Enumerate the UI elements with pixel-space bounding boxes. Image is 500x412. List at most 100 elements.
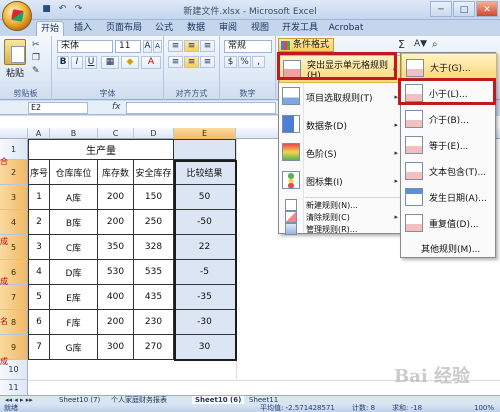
- align-top-icon[interactable]: ≡: [168, 40, 183, 52]
- table-cell[interactable]: 328: [134, 235, 174, 260]
- submenu-item-equal-to[interactable]: 等于(E)...: [401, 131, 497, 159]
- menu-item-clear-rules[interactable]: 清除规则(C) ▸: [279, 211, 402, 223]
- minimize-button[interactable]: ─: [430, 1, 452, 17]
- header-cell-index[interactable]: 序号: [28, 160, 50, 185]
- table-cell[interactable]: 230: [134, 310, 174, 335]
- column-header-b[interactable]: B: [50, 128, 98, 139]
- table-cell[interactable]: 2: [28, 210, 50, 235]
- percent-button[interactable]: %: [238, 56, 251, 68]
- table-cell[interactable]: F库: [50, 310, 98, 335]
- submenu-item-more-rules[interactable]: 其他规则(M)...: [401, 243, 497, 257]
- currency-icon[interactable]: $: [224, 56, 237, 68]
- column-header-a[interactable]: A: [28, 128, 50, 139]
- cell-e1[interactable]: [174, 139, 236, 160]
- submenu-item-between[interactable]: 介于(B)...: [401, 105, 497, 133]
- tab-view[interactable]: 视图: [248, 21, 272, 36]
- font-name-select[interactable]: 宋体: [57, 40, 113, 53]
- tab-acrobat[interactable]: Acrobat: [328, 21, 364, 36]
- select-all-corner[interactable]: [0, 128, 28, 139]
- table-cell[interactable]: 6: [28, 310, 50, 335]
- align-left-icon[interactable]: ≡: [168, 56, 183, 68]
- menu-item-manage-rules[interactable]: 管理规则(R)...: [279, 223, 402, 235]
- table-cell[interactable]: 350: [98, 235, 134, 260]
- comma-icon[interactable]: ,: [252, 56, 265, 68]
- font-color-icon[interactable]: A: [141, 56, 161, 69]
- table-cell[interactable]: D库: [50, 260, 98, 285]
- find-icon[interactable]: ⌕: [432, 39, 438, 50]
- table-cell[interactable]: 150: [134, 185, 174, 210]
- align-center-icon[interactable]: ≡: [184, 56, 199, 68]
- menu-item-new-rule[interactable]: 新建规则(N)...: [279, 199, 402, 211]
- fx-icon[interactable]: fx: [112, 102, 121, 112]
- column-header-d[interactable]: D: [134, 128, 174, 139]
- table-cell[interactable]: 4: [28, 260, 50, 285]
- header-cell-location[interactable]: 仓库库位: [50, 160, 98, 185]
- align-bottom-icon[interactable]: ≡: [200, 40, 215, 52]
- table-cell[interactable]: E库: [50, 285, 98, 310]
- tab-formulas[interactable]: 公式: [152, 21, 176, 36]
- zoom-level[interactable]: 100%: [474, 404, 494, 412]
- table-cell[interactable]: 535: [134, 260, 174, 285]
- tab-insert[interactable]: 插入: [70, 21, 96, 36]
- menu-item-data-bars[interactable]: 数据条(D) ▸: [279, 111, 402, 139]
- bold-button[interactable]: B: [57, 56, 69, 69]
- conditional-format-button[interactable]: 条件格式: [278, 38, 334, 52]
- table-cell[interactable]: 200: [98, 310, 134, 335]
- align-right-icon[interactable]: ≡: [200, 56, 215, 68]
- formula-input[interactable]: [126, 102, 276, 114]
- header-cell-stock[interactable]: 库存数: [98, 160, 134, 185]
- table-cell[interactable]: 5: [28, 285, 50, 310]
- row-header-4[interactable]: 4: [0, 210, 28, 235]
- number-format-select[interactable]: 常规: [224, 40, 272, 53]
- tab-home[interactable]: 开始: [36, 21, 64, 36]
- underline-button[interactable]: U: [85, 56, 97, 69]
- tab-data[interactable]: 数据: [184, 21, 208, 36]
- table-cell[interactable]: 200: [98, 185, 134, 210]
- format-painter-icon[interactable]: ✎: [32, 66, 40, 76]
- office-button[interactable]: [2, 1, 32, 31]
- submenu-item-text-contains[interactable]: 文本包含(T)...: [401, 157, 497, 185]
- row-header-7[interactable]: 7: [0, 285, 28, 310]
- menu-item-icon-sets[interactable]: 图标集(I) ▸: [279, 167, 402, 195]
- paste-icon[interactable]: [4, 39, 26, 65]
- maximize-button[interactable]: □: [453, 1, 475, 17]
- table-cell[interactable]: B库: [50, 210, 98, 235]
- table-cell[interactable]: 1: [28, 185, 50, 210]
- table-cell[interactable]: 435: [134, 285, 174, 310]
- autosum-button[interactable]: Σ: [398, 38, 405, 51]
- border-icon[interactable]: ▦: [101, 56, 119, 69]
- shrink-font-button[interactable]: A: [153, 40, 162, 53]
- sheet-title-cell[interactable]: 生产量: [28, 139, 174, 160]
- close-button[interactable]: ✕: [476, 1, 498, 17]
- fill-color-icon[interactable]: ◆: [121, 56, 139, 69]
- table-cell[interactable]: A库: [50, 185, 98, 210]
- table-cell[interactable]: 530: [98, 260, 134, 285]
- column-header-c[interactable]: C: [98, 128, 134, 139]
- grow-font-button[interactable]: A: [143, 40, 152, 53]
- row-header-3[interactable]: 3: [0, 185, 28, 210]
- column-header-e[interactable]: E: [174, 128, 236, 139]
- header-cell-safety-stock[interactable]: 安全库存: [134, 160, 174, 185]
- table-cell[interactable]: 7: [28, 335, 50, 360]
- table-cell[interactable]: C库: [50, 235, 98, 260]
- menu-item-color-scales[interactable]: 色阶(S) ▸: [279, 139, 402, 167]
- table-cell[interactable]: 3: [28, 235, 50, 260]
- sort-filter-button[interactable]: A▼: [414, 39, 427, 49]
- tab-page-layout[interactable]: 页面布局: [102, 21, 146, 36]
- submenu-item-duplicate-values[interactable]: 重复值(D)...: [401, 209, 497, 237]
- table-cell[interactable]: 200: [98, 210, 134, 235]
- table-cell[interactable]: 400: [98, 285, 134, 310]
- table-cell[interactable]: G库: [50, 335, 98, 360]
- align-middle-icon[interactable]: ≡: [184, 40, 199, 52]
- submenu-item-greater-than[interactable]: 大于(G)...: [401, 53, 497, 81]
- font-size-select[interactable]: 11: [115, 40, 141, 53]
- table-cell[interactable]: 250: [134, 210, 174, 235]
- tab-review[interactable]: 审阅: [216, 21, 240, 36]
- italic-button[interactable]: I: [71, 56, 83, 69]
- copy-icon[interactable]: ❐: [32, 53, 40, 63]
- submenu-item-date-occurring[interactable]: 发生日期(A)...: [401, 183, 497, 211]
- cut-icon[interactable]: ✂: [32, 40, 40, 50]
- table-cell[interactable]: 300: [98, 335, 134, 360]
- table-cell[interactable]: 270: [134, 335, 174, 360]
- menu-item-top-bottom[interactable]: 项目选取规则(T) ▸: [279, 83, 402, 111]
